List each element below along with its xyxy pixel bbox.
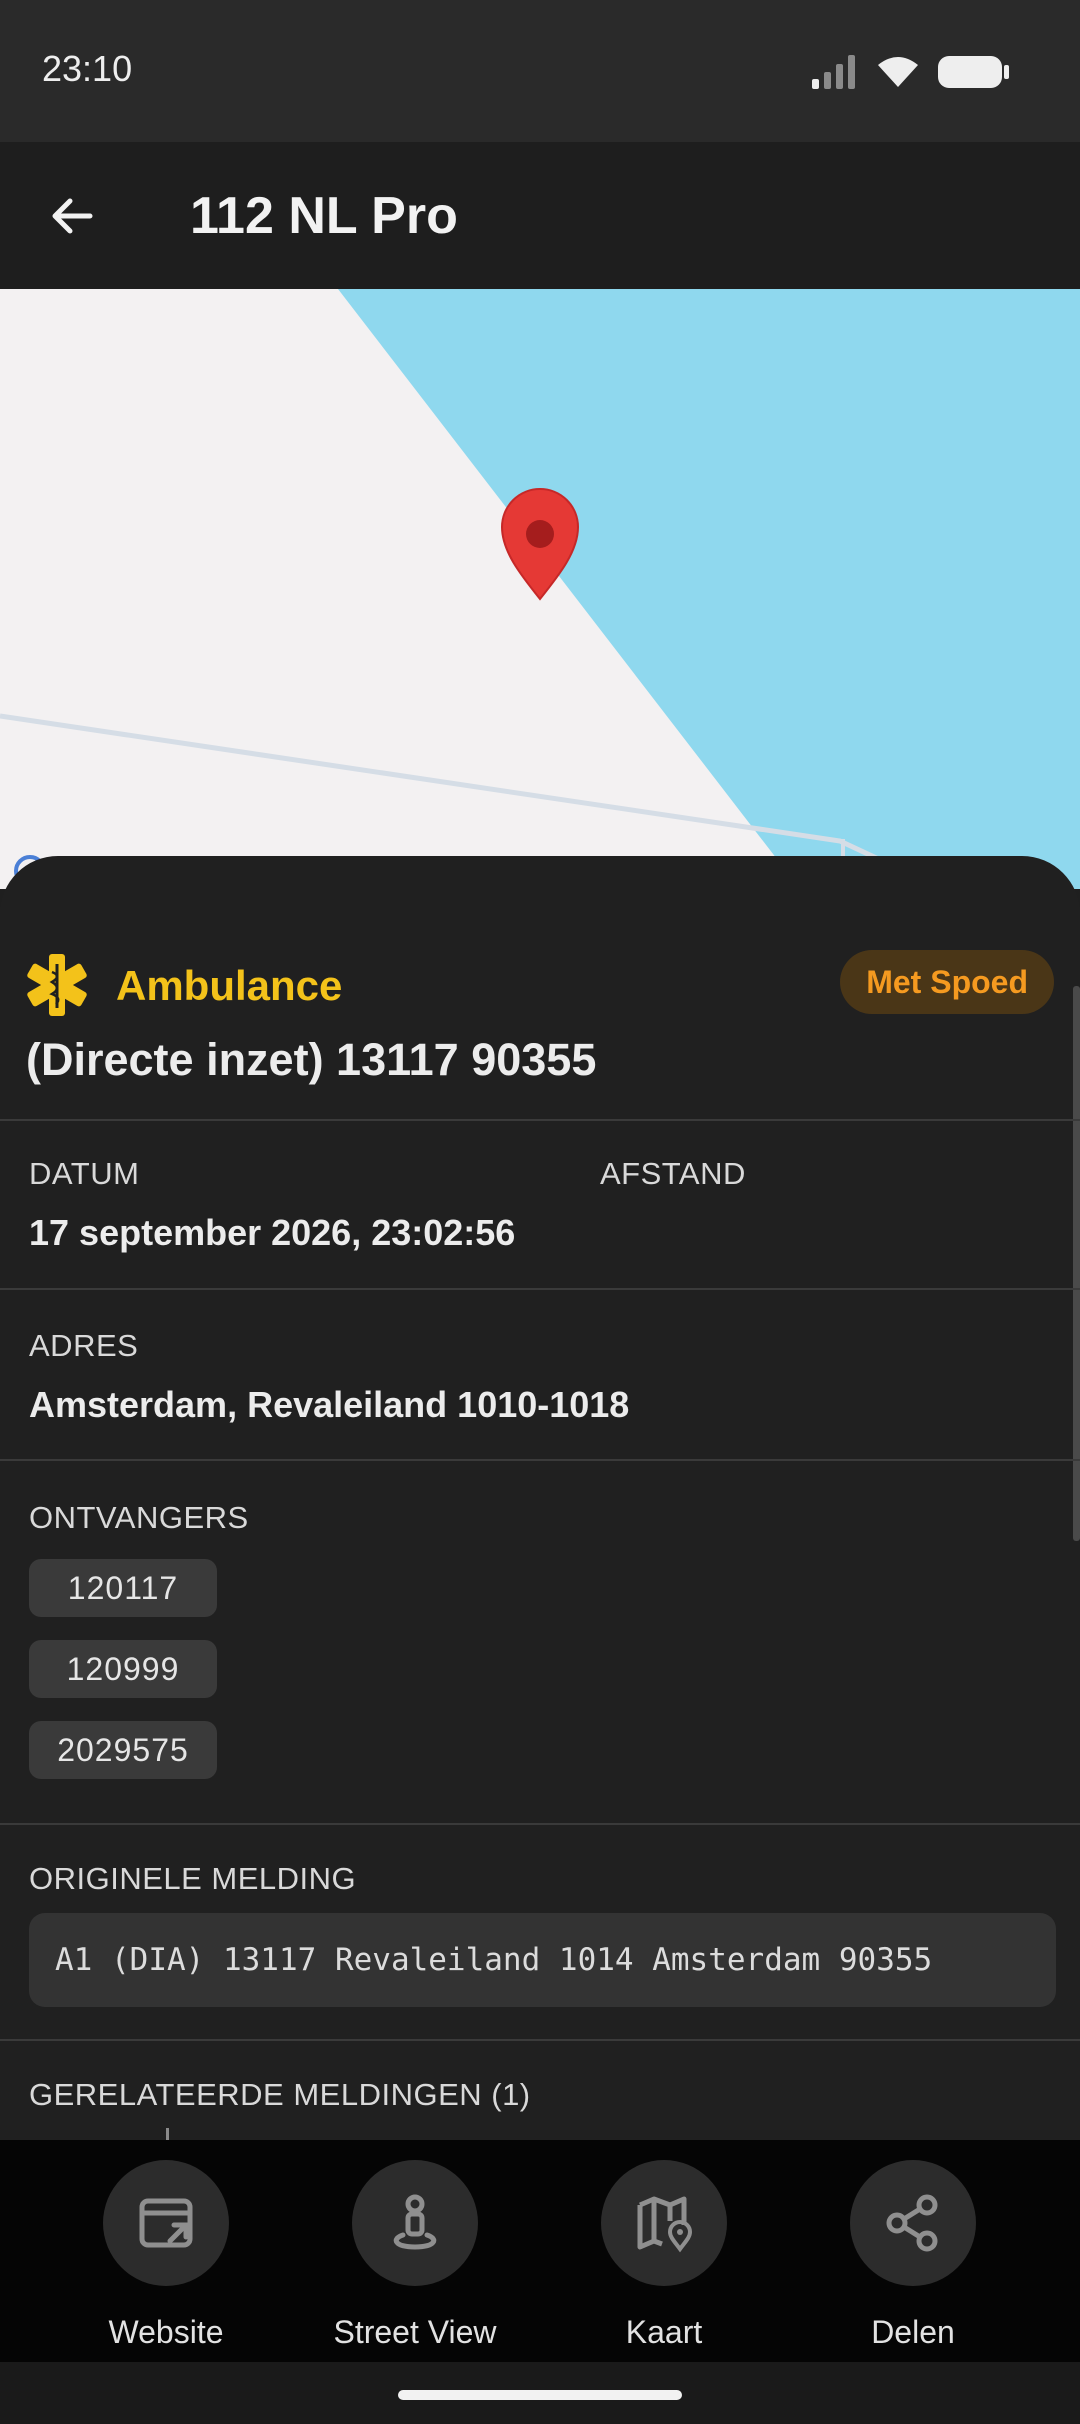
date-label: DATUM (29, 1156, 140, 1191)
recipient-chip[interactable]: 2029575 (29, 1721, 217, 1779)
arrow-back-icon (52, 198, 93, 234)
map-button-circle (601, 2160, 727, 2286)
related-timeline-line (166, 2128, 169, 2140)
divider (0, 2039, 1080, 2041)
share-label: Delen (871, 2314, 955, 2350)
gesture-nav-area (0, 2362, 1080, 2424)
street-view-label: Street View (333, 2314, 497, 2350)
street-view-button[interactable]: Street View (305, 2160, 525, 2360)
scrollbar[interactable] (1073, 986, 1080, 1541)
app-title: 112 NL Pro (190, 187, 458, 245)
related-messages-label[interactable]: GERELATEERDE MELDINGEN (1) (29, 2077, 531, 2113)
original-message-text: A1 (DIA) 13117 Revaleiland 1014 Amsterda… (29, 1913, 1056, 2007)
website-button-circle (103, 2160, 229, 2286)
incident-type-row: Ambulance Met Spoed (24, 944, 1054, 1024)
map-button[interactable]: Kaart (554, 2160, 774, 2360)
recipient-chip[interactable]: 120117 (29, 1559, 217, 1617)
status-bar: 23:10 (0, 0, 1080, 142)
divider (0, 1288, 1080, 1290)
website-label: Website (108, 2314, 224, 2350)
street-view-icon (393, 2194, 437, 2250)
wifi-icon (878, 57, 918, 87)
divider (0, 1119, 1080, 1121)
priority-badge: Met Spoed (840, 950, 1054, 1014)
bottom-action-bar: Website Street View Kaart Delen (0, 2140, 1080, 2362)
date-value: 17 september 2026, 23:02:56 (29, 1212, 516, 1253)
share-button[interactable]: Delen (803, 2160, 1023, 2360)
divider (0, 1459, 1080, 1461)
map-view[interactable] (0, 289, 1080, 889)
status-icons (812, 54, 1010, 90)
status-time: 23:10 (42, 48, 133, 89)
recipient-chip[interactable]: 120999 (29, 1640, 217, 1698)
original-message-label: ORIGINELE MELDING (29, 1861, 357, 1896)
map-icon (637, 2196, 693, 2253)
incident-title: (Directe inzet) 13117 90355 (26, 1034, 597, 1085)
map-label: Kaart (625, 2314, 703, 2350)
map-canvas (0, 289, 1080, 889)
share-icon (886, 2194, 938, 2252)
recipients-label: ONTVANGERS (29, 1500, 249, 1535)
back-button[interactable] (36, 180, 108, 252)
share-button-circle (850, 2160, 976, 2286)
address-value: Amsterdam, Revaleiland 1010-1018 (29, 1384, 630, 1425)
street-view-button-circle (352, 2160, 478, 2286)
divider (0, 1823, 1080, 1825)
signal-icon (812, 55, 855, 89)
incident-detail-sheet: Ambulance Met Spoed (Directe inzet) 1311… (0, 856, 1080, 2140)
incident-type-label: Ambulance (116, 962, 343, 1009)
open-in-browser-icon (139, 2198, 193, 2248)
battery-icon (938, 56, 1009, 88)
home-indicator[interactable] (398, 2390, 682, 2400)
website-button[interactable]: Website (56, 2160, 276, 2360)
address-label: ADRES (29, 1328, 139, 1363)
star-of-life-icon (27, 954, 87, 1016)
distance-label: AFSTAND (600, 1156, 746, 1191)
app-bar: 112 NL Pro (0, 142, 1080, 289)
